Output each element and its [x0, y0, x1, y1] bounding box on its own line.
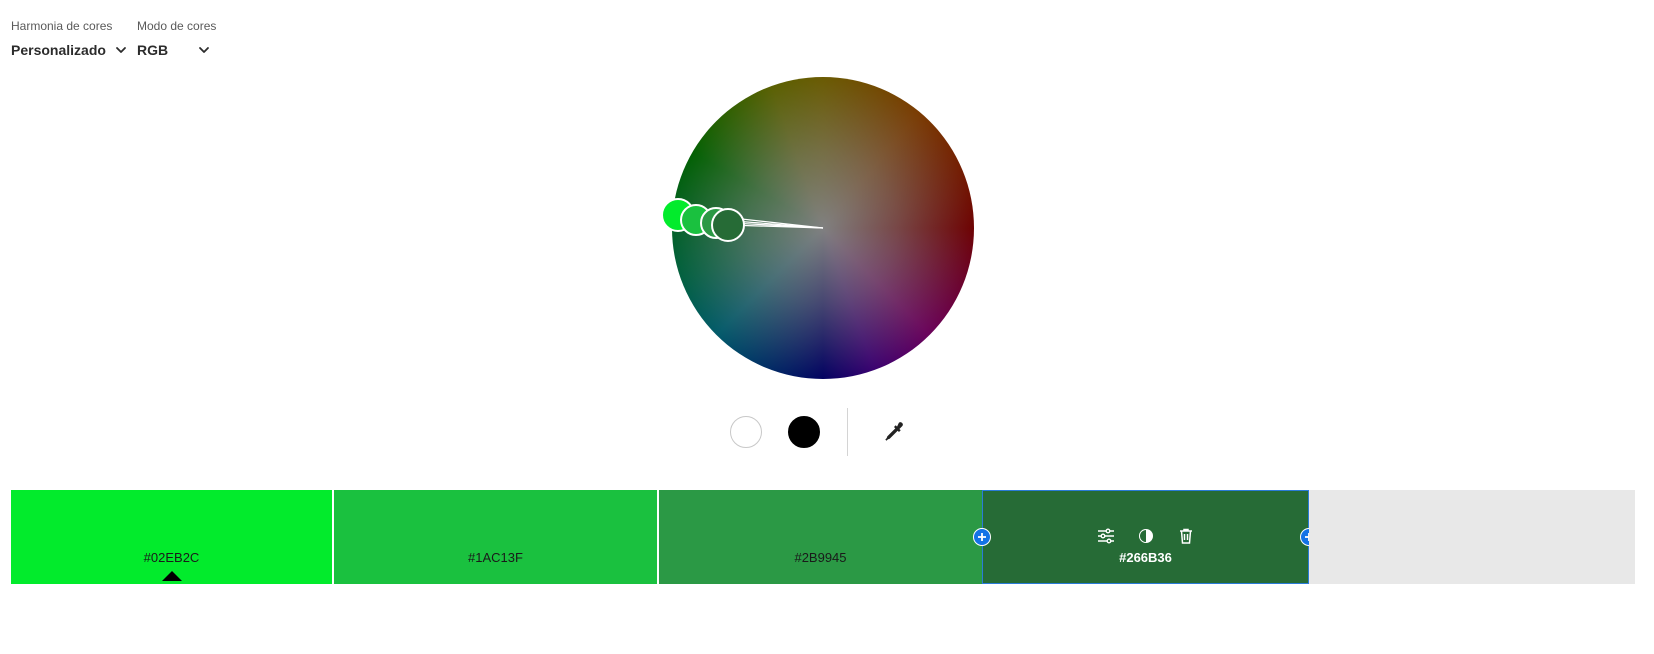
palette-swatch-4-selected[interactable]: #266B36 [973, 490, 1318, 584]
base-color-marker-icon [161, 571, 182, 581]
color-mode-value: RGB [137, 42, 169, 58]
delete-color-button[interactable] [1177, 527, 1195, 545]
eyedropper-icon[interactable] [881, 419, 907, 445]
swatch-hex-label: #266B36 [1119, 550, 1172, 565]
color-wheel-handles[interactable] [661, 77, 974, 379]
palette-swatch-3[interactable]: #2B9945 [659, 490, 982, 584]
color-mode-select[interactable]: RGB [137, 42, 216, 58]
swatch-toolbar [983, 527, 1308, 545]
contrast-icon [1138, 529, 1153, 543]
color-harmony-dropdown[interactable]: Harmonia de cores Personalizado [11, 18, 128, 58]
white-color-button[interactable] [730, 416, 762, 448]
chevron-down-icon [116, 47, 126, 53]
palette-swatch-2[interactable]: #1AC13F [334, 490, 659, 584]
chevron-down-icon [199, 47, 209, 53]
swatch-hex-label: #1AC13F [468, 550, 523, 565]
color-harmony-value: Personalizado [11, 42, 106, 58]
contrast-button[interactable] [1137, 527, 1155, 545]
swatch-hex-label: #2B9945 [794, 550, 847, 565]
divider [847, 408, 848, 456]
color-handle-4[interactable] [711, 208, 745, 242]
empty-palette-slot [1309, 490, 1635, 584]
color-wheel[interactable] [661, 77, 974, 379]
swatch-hex-label: #02EB2C [143, 550, 200, 565]
color-mode-dropdown[interactable]: Modo de cores RGB [137, 18, 216, 58]
adjust-sliders-button[interactable] [1097, 527, 1115, 545]
color-harmony-select[interactable]: Personalizado [11, 42, 128, 58]
color-harmony-label: Harmonia de cores [11, 19, 113, 33]
palette-swatch-1[interactable]: #02EB2C [11, 490, 334, 584]
quick-color-row [708, 408, 907, 456]
color-mode-label: Modo de cores [137, 19, 217, 33]
color-palette: #02EB2C #1AC13F #2B9945 #266B36 [11, 490, 1635, 584]
trash-icon [1179, 528, 1192, 544]
black-color-button[interactable] [788, 416, 820, 448]
sliders-icon [1097, 528, 1114, 544]
